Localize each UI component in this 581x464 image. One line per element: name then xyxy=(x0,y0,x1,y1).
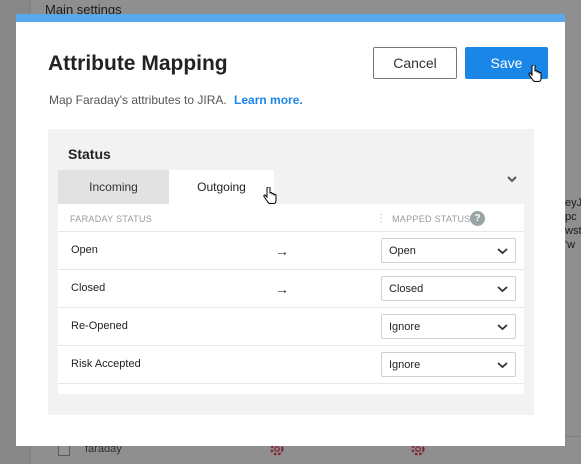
faraday-status-label: Re-Opened xyxy=(71,320,128,332)
subtitle-text: Map Faraday's attributes to JIRA. xyxy=(49,93,227,107)
table-header: FARADAY STATUS ⋮ MAPPED STATUS ? xyxy=(58,204,524,232)
faraday-status-label: Closed xyxy=(71,282,106,294)
faraday-status-header: FARADAY STATUS xyxy=(70,214,153,224)
hand-cursor-icon xyxy=(528,65,542,82)
modal-title: Attribute Mapping xyxy=(48,52,228,75)
modal-subtitle: Map Faraday's attributes to JIRA. Learn … xyxy=(49,93,303,107)
status-heading: Status xyxy=(68,146,111,162)
chevron-down-icon xyxy=(497,248,508,255)
mapped-status-select[interactable]: Closed xyxy=(381,276,516,301)
chevron-down-icon[interactable] xyxy=(506,174,518,184)
table-row: Open → Open xyxy=(58,232,524,270)
tab-outgoing[interactable]: Outgoing xyxy=(169,170,274,204)
help-icon[interactable]: ? xyxy=(470,211,485,226)
mapped-status-select[interactable]: Ignore xyxy=(381,314,516,339)
select-value: Ignore xyxy=(389,359,421,371)
cancel-button[interactable]: Cancel xyxy=(373,47,457,79)
mapped-status-header: MAPPED STATUS xyxy=(392,214,471,224)
attribute-mapping-modal: Attribute Mapping Map Faraday's attribut… xyxy=(16,14,565,446)
select-value: Closed xyxy=(389,283,424,295)
arrow-right-icon: → xyxy=(275,281,289,297)
table-row: Closed → Closed xyxy=(58,270,524,308)
chevron-down-icon xyxy=(497,286,508,293)
column-resize-handle[interactable]: ⋮ xyxy=(376,213,386,224)
tab-incoming[interactable]: Incoming xyxy=(58,170,169,204)
hand-cursor-icon xyxy=(263,187,277,204)
table-row: Re-Opened Ignore xyxy=(58,308,524,346)
select-value: Ignore xyxy=(389,321,421,333)
status-panel: Status Incoming Outgoing FARADAY STATUS … xyxy=(48,129,534,415)
chevron-down-icon xyxy=(497,362,508,369)
status-mapping-table: FARADAY STATUS ⋮ MAPPED STATUS ? Open → … xyxy=(58,204,524,394)
faraday-status-label: Open xyxy=(71,244,98,256)
mapped-status-select[interactable]: Ignore xyxy=(381,352,516,377)
mapped-status-select[interactable]: Open xyxy=(381,238,516,263)
table-row: Risk Accepted Ignore xyxy=(58,346,524,384)
select-value: Open xyxy=(389,245,416,257)
chevron-down-icon xyxy=(497,324,508,331)
faraday-status-label: Risk Accepted xyxy=(71,358,141,370)
arrow-right-icon: → xyxy=(275,243,289,259)
learn-more-link[interactable]: Learn more. xyxy=(234,93,303,107)
